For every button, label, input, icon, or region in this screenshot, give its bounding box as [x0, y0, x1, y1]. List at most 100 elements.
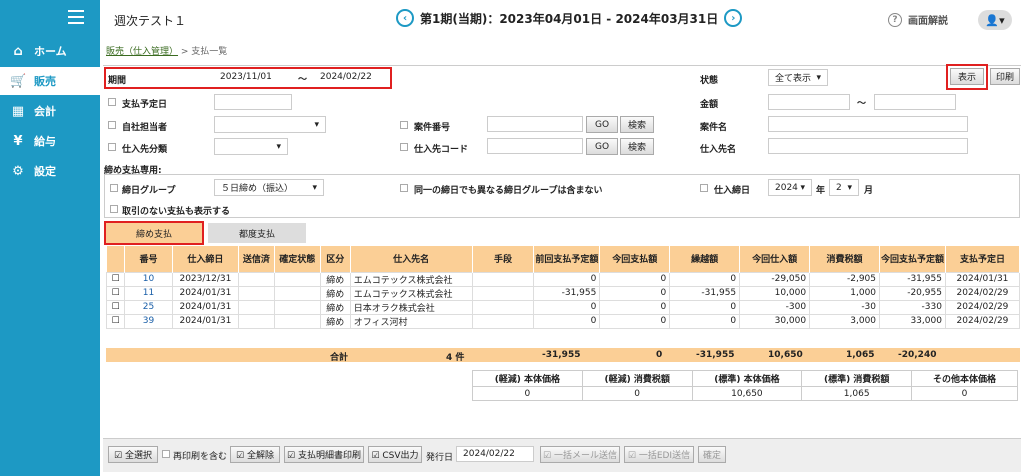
cell: 2024/02/29	[944, 313, 1021, 329]
exclude-label: 同一の締日でも異なる締日グループは含まない	[414, 186, 603, 196]
sidebar-item-settings[interactable]: ⚙ 設定	[0, 157, 100, 185]
year-select[interactable]: 2024 ▾	[768, 179, 812, 196]
row-number-link[interactable]: 11	[123, 285, 173, 301]
gear-icon: ⚙	[12, 163, 24, 179]
supplier-code-checkbox[interactable]	[400, 143, 408, 151]
cell: -29,050	[739, 271, 811, 287]
header-due: 今回支払予定額	[879, 246, 946, 272]
amount-to-input[interactable]	[874, 94, 956, 110]
case-go-button[interactable]: GO	[586, 116, 618, 133]
tab-each-payment[interactable]: 都度支払	[208, 223, 306, 243]
row-checkbox[interactable]: ☐	[106, 285, 125, 301]
amount-from-input[interactable]	[768, 94, 850, 110]
tax-value: 0	[472, 386, 583, 401]
row-checkbox[interactable]: ☐	[106, 313, 125, 329]
closing-group-select[interactable]: ５日締め（振込） ▾	[214, 179, 324, 196]
hamburger-icon[interactable]	[68, 10, 84, 28]
cell: -31,955	[533, 285, 601, 301]
pay-date-input[interactable]	[214, 94, 292, 110]
case-name-input[interactable]	[768, 116, 968, 132]
table-row[interactable]: ☐ 25 2024/01/31 締め 日本オラク株式会社 0 0 0 -300 …	[106, 299, 1021, 315]
case-no-checkbox[interactable]	[400, 121, 408, 129]
header-method: 手段	[472, 246, 535, 272]
table-row[interactable]: ☐ 39 2024/01/31 締め オフィス河村 0 0 0 30,000 3…	[106, 313, 1021, 329]
row-number-link[interactable]: 10	[123, 271, 173, 287]
header-select	[106, 246, 125, 272]
fiscal-period-text: 第1期(当期)：2023年04月01日 - 2024年03月31日	[420, 11, 719, 26]
supplier-search-button[interactable]: 検索	[620, 138, 654, 155]
supplier-code-input[interactable]	[487, 138, 583, 154]
supplier-name-input[interactable]	[768, 138, 968, 154]
total-count: 4 件	[446, 353, 465, 363]
header-sent: 送信済	[238, 246, 275, 272]
sidebar-item-sales[interactable]: 🛒 販売	[0, 67, 100, 95]
header-due-date: 支払予定日	[945, 246, 1021, 272]
header-closing-date: 仕入締日	[172, 246, 239, 272]
tax-summary-table: (軽減) 本体価格 (軽減) 消費税額 (標準) 本体価格 (標準) 消費税額 …	[472, 370, 1018, 401]
exclude-checkbox[interactable]	[400, 184, 408, 192]
chevron-down-icon: ▾	[312, 182, 317, 193]
row-checkbox[interactable]: ☐	[106, 271, 125, 287]
cell: 2024/01/31	[944, 271, 1021, 287]
divider	[103, 65, 1021, 66]
bulk-edi-button[interactable]: ☑ 一括EDI送信	[624, 446, 694, 463]
table-row[interactable]: ☐ 10 2023/12/31 締め エムコテックス株式会社 0 0 0 -29…	[106, 271, 1021, 287]
question-icon: ?	[888, 12, 902, 27]
header-supplier: 仕入先名	[350, 246, 473, 272]
sidebar-item-payroll[interactable]: ¥ 給与	[0, 127, 100, 155]
status-select[interactable]: 全て表示 ▾	[768, 69, 828, 86]
supplier-class-select[interactable]: ▾	[214, 138, 288, 155]
bulk-mail-button[interactable]: ☑ 一括メール送信	[540, 446, 620, 463]
print-statement-button[interactable]: ☑ 支払明細書印刷	[284, 446, 364, 463]
header-number: 番号	[124, 246, 173, 272]
tax-header: (標準) 本体価格	[691, 370, 803, 387]
row-checkbox[interactable]: ☐	[106, 299, 125, 315]
confirm-button[interactable]: 確定	[698, 446, 726, 463]
no-trade-label: 取引のない支払も表示する	[122, 207, 231, 217]
row-number-link[interactable]: 39	[123, 313, 173, 329]
print-button[interactable]: 印刷	[990, 68, 1020, 85]
sidebar-item-home[interactable]: ⌂ ホーム	[0, 37, 100, 65]
total-row: 合計 4 件 -31,955 0 -31,955 10,650 1,065 -2…	[106, 348, 1020, 363]
prev-period-icon[interactable]: ‹	[396, 9, 414, 27]
user-menu[interactable]: 👤▾	[978, 10, 1012, 30]
total-prev: -31,955	[542, 350, 581, 360]
tax-value: 0	[911, 386, 1018, 401]
breadcrumb-parent[interactable]: 販売（仕入管理）	[106, 47, 178, 57]
include-printed-checkbox[interactable]	[162, 450, 170, 458]
header-paid: 今回支払額	[599, 246, 671, 272]
tax-value: 10,650	[691, 386, 803, 401]
cell	[237, 285, 275, 301]
staff-select[interactable]: ▾	[214, 116, 326, 133]
closing-date-checkbox[interactable]	[700, 184, 708, 192]
tax-header: (標準) 消費税額	[801, 370, 913, 387]
supplier-class-checkbox[interactable]	[108, 143, 116, 151]
next-period-icon[interactable]: ›	[724, 9, 743, 27]
supplier-go-button[interactable]: GO	[586, 138, 618, 155]
cell: -330	[879, 299, 946, 315]
pay-date-checkbox[interactable]	[108, 98, 116, 106]
closing-group-checkbox[interactable]	[110, 184, 118, 192]
table-row[interactable]: ☐ 11 2024/01/31 締め エムコテックス株式会社 -31,955 0…	[106, 285, 1021, 301]
select-all-button[interactable]: ☑ 全選択	[108, 446, 158, 463]
staff-checkbox[interactable]	[108, 121, 116, 129]
deselect-all-button[interactable]: ☑ 全解除	[230, 446, 280, 463]
include-printed-label: 再印刷を含む	[173, 452, 228, 462]
cell: -31,955	[879, 271, 946, 287]
tax-value: 0	[581, 386, 693, 401]
header-prev-due: 前回支払予定額	[533, 246, 601, 272]
sidebar: ⌂ ホーム 🛒 販売 ▦ 会計 ¥ 給与 ⚙ 設定	[0, 0, 100, 476]
help-button[interactable]: ? 画面解説	[888, 12, 948, 27]
sidebar-item-accounting[interactable]: ▦ 会計	[0, 97, 100, 125]
row-number-link[interactable]: 25	[123, 299, 173, 315]
case-no-input[interactable]	[487, 116, 583, 132]
cell: 2024/01/31	[171, 285, 239, 301]
csv-button[interactable]: ☑ CSV出力	[368, 446, 422, 463]
case-search-button[interactable]: 検索	[620, 116, 654, 133]
cell: エムコテックス株式会社	[349, 271, 473, 287]
no-trade-checkbox[interactable]	[110, 205, 118, 213]
month-select[interactable]: 2 ▾	[829, 179, 859, 196]
issue-date-input[interactable]: 2024/02/22	[456, 446, 534, 462]
cell: 2024/01/31	[171, 299, 239, 315]
supplier-code-label: 仕入先コード	[414, 145, 469, 155]
